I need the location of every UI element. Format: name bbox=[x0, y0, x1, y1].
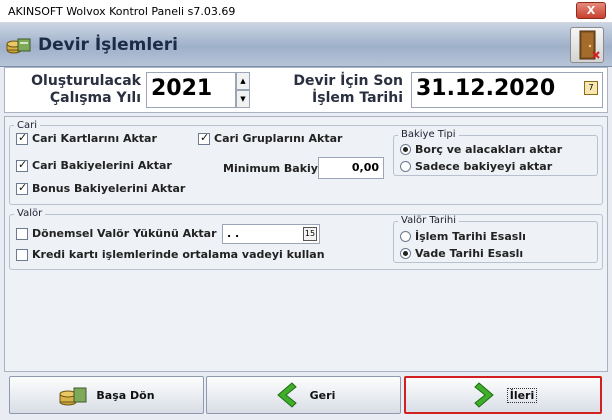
valor-group-title: Valör bbox=[14, 208, 46, 219]
bakiye-tipi-title: Bakiye Tipi bbox=[398, 129, 459, 140]
calendar-icon[interactable]: 7 bbox=[584, 81, 598, 95]
date-label-line1: Devir İçin Son bbox=[293, 73, 403, 89]
year-spin-down[interactable]: ▼ bbox=[236, 90, 250, 108]
page-header: Devir İşlemleri bbox=[0, 23, 612, 67]
cari-kartlar-checkbox[interactable]: Cari Kartlarını Aktar bbox=[16, 131, 157, 145]
arrow-left-icon bbox=[276, 382, 297, 408]
date-input[interactable]: 31.12.2020 bbox=[411, 72, 603, 108]
date-label-line2: İşlem Tarihi bbox=[312, 90, 403, 106]
borc-alacak-label: Borç ve alacakları aktar bbox=[415, 143, 563, 156]
borc-alacak-radio[interactable]: Borç ve alacakları aktar bbox=[400, 143, 562, 156]
footer-bar: Başa Dön Geri İleri bbox=[4, 374, 608, 418]
bonus-bakiyeler-checkbox[interactable]: Bonus Bakiyelerini Aktar bbox=[16, 181, 186, 195]
kredi-karti-label: Kredi kartı işlemlerinde ortalama vadeyi… bbox=[32, 248, 325, 261]
coins-icon bbox=[59, 387, 87, 406]
cari-kartlar-label: Cari Kartlarını Aktar bbox=[32, 132, 157, 145]
year-label: Oluşturulacak Çalışma Yılı bbox=[23, 73, 141, 107]
sadece-bakiye-radio[interactable]: Sadece bakiyeyi aktar bbox=[400, 160, 552, 173]
geri-label: Geri bbox=[309, 388, 336, 402]
basa-don-label: Başa Dön bbox=[96, 388, 155, 402]
cari-gruplar-label: Cari Gruplarını Aktar bbox=[214, 132, 343, 145]
page-title: Devir İşlemleri bbox=[38, 35, 178, 55]
year-spin-up[interactable]: ▲ bbox=[236, 72, 250, 90]
ileri-button[interactable]: İleri bbox=[404, 376, 602, 414]
vade-tarihi-label: Vade Tarihi Esaslı bbox=[415, 247, 524, 260]
radio-unchecked[interactable] bbox=[400, 231, 411, 242]
window-title: AKINSOFT Wolvox Kontrol Paneli s7.03.69 bbox=[8, 5, 236, 18]
vade-tarihi-radio[interactable]: Vade Tarihi Esaslı bbox=[400, 247, 523, 260]
donemsel-valor-label: Dönemsel Valör Yükünü Aktar bbox=[32, 227, 217, 240]
kredi-karti-checkbox[interactable]: Kredi kartı işlemlerinde ortalama vadeyi… bbox=[16, 248, 325, 261]
door-exit-icon bbox=[579, 30, 600, 60]
donemsel-valor-checkbox[interactable]: Dönemsel Valör Yükünü Aktar bbox=[16, 227, 217, 240]
year-input[interactable]: 2021 bbox=[146, 72, 236, 108]
checkbox-checked[interactable] bbox=[16, 181, 28, 195]
checkbox-checked[interactable] bbox=[16, 131, 28, 145]
options-panel: Cari Cari Kartlarını Aktar Cari Grupları… bbox=[4, 116, 608, 372]
exit-button[interactable] bbox=[570, 27, 604, 63]
checkbox-checked[interactable] bbox=[16, 158, 28, 172]
top-panel: Oluşturulacak Çalışma Yılı 2021 ▲ ▼ Devi… bbox=[4, 67, 608, 113]
ileri-label: İleri bbox=[506, 387, 538, 403]
coins-icon bbox=[6, 38, 31, 54]
year-label-line1: Oluşturulacak bbox=[31, 73, 141, 89]
checkbox-unchecked[interactable] bbox=[16, 227, 28, 240]
close-icon: X bbox=[586, 4, 596, 17]
islem-tarihi-label: İşlem Tarihi Esaslı bbox=[415, 230, 526, 243]
valor-tarihi-title: Valör Tarihi bbox=[398, 215, 459, 226]
cari-group-title: Cari bbox=[14, 120, 40, 131]
checkbox-checked[interactable] bbox=[198, 131, 210, 145]
radio-checked[interactable] bbox=[400, 144, 411, 155]
radio-checked[interactable] bbox=[400, 248, 411, 259]
radio-unchecked[interactable] bbox=[400, 161, 411, 172]
cari-bakiyeler-label: Cari Bakiyelerini Aktar bbox=[32, 159, 172, 172]
sadece-bakiye-label: Sadece bakiyeyi aktar bbox=[415, 160, 553, 173]
cari-bakiyeler-checkbox[interactable]: Cari Bakiyelerini Aktar bbox=[16, 158, 172, 172]
cari-gruplar-checkbox[interactable]: Cari Gruplarını Aktar bbox=[198, 131, 343, 145]
geri-button[interactable]: Geri bbox=[206, 376, 401, 414]
arrow-right-icon bbox=[473, 382, 494, 408]
year-label-line2: Çalışma Yılı bbox=[49, 90, 141, 106]
close-button[interactable]: X bbox=[576, 2, 606, 19]
bonus-bakiyeler-label: Bonus Bakiyelerini Aktar bbox=[32, 182, 186, 195]
checkbox-unchecked[interactable] bbox=[16, 248, 28, 261]
islem-tarihi-radio[interactable]: İşlem Tarihi Esaslı bbox=[400, 230, 526, 243]
basa-don-button[interactable]: Başa Dön bbox=[9, 376, 204, 414]
date-label: Devir İçin Son İşlem Tarihi bbox=[283, 73, 403, 107]
valor-calendar-icon[interactable]: 15 bbox=[303, 227, 317, 241]
minimum-bakiye-label: Minimum Bakiye bbox=[223, 162, 326, 175]
minimum-bakiye-input[interactable]: 0,00 bbox=[318, 157, 384, 179]
title-bar: AKINSOFT Wolvox Kontrol Paneli s7.03.69 … bbox=[0, 0, 612, 23]
